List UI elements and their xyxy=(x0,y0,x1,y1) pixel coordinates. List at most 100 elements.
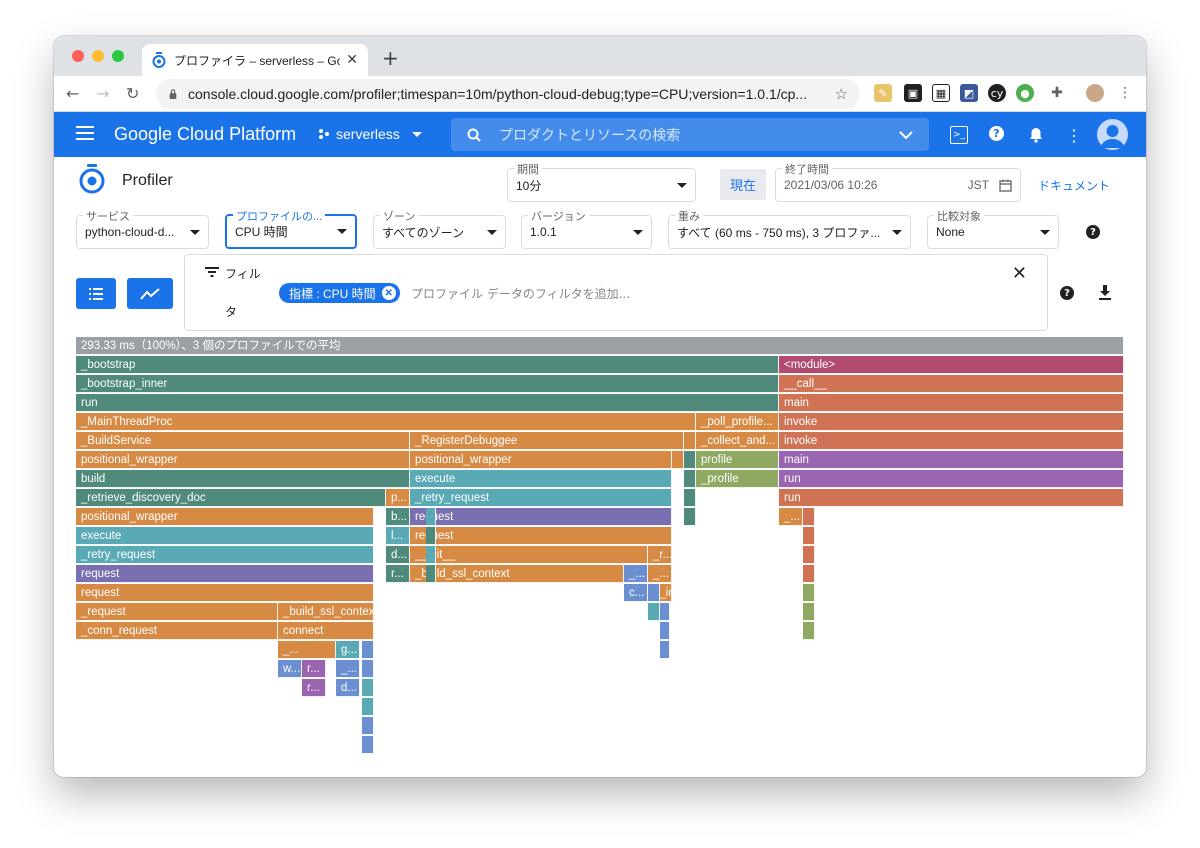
bookmark-star-icon[interactable]: ☆ xyxy=(835,85,848,103)
docs-link[interactable]: ドキュメント xyxy=(1038,177,1110,194)
flame-frame-narrow[interactable] xyxy=(803,527,815,545)
flame-frame[interactable]: c... xyxy=(624,584,648,602)
reload-icon[interactable]: ↻ xyxy=(126,84,139,103)
weight-select[interactable]: 重み すべて (60 ms - 750 ms), 3 プロファ... xyxy=(668,208,911,249)
maximize-window-button[interactable] xyxy=(112,50,124,62)
period-select[interactable]: 期間 10分 xyxy=(507,161,696,202)
flame-frame[interactable]: _request xyxy=(76,603,278,621)
flame-frame-narrow[interactable] xyxy=(803,622,815,640)
flame-frame-narrow[interactable] xyxy=(660,622,670,640)
flame-frame[interactable]: _r... xyxy=(648,546,672,564)
flame-frame-narrow[interactable] xyxy=(672,432,684,450)
flame-frame-narrow[interactable] xyxy=(803,565,815,583)
flame-frame[interactable]: r... xyxy=(386,565,410,583)
flame-frame[interactable]: request xyxy=(410,527,672,545)
flame-frame-narrow[interactable] xyxy=(362,717,374,735)
flame-frame-narrow[interactable] xyxy=(362,698,374,716)
flame-frame[interactable]: b... xyxy=(386,508,410,526)
search-expand-chevron-icon[interactable] xyxy=(899,130,913,140)
profile-type-select[interactable]: プロファイルの... CPU 時間 xyxy=(225,208,357,249)
flame-frame[interactable]: connect xyxy=(278,622,374,640)
help-icon[interactable]: ? xyxy=(989,126,1004,141)
flame-frame-narrow[interactable] xyxy=(660,641,670,659)
calendar-icon[interactable] xyxy=(999,179,1012,192)
flame-frame[interactable]: request xyxy=(76,565,374,583)
flame-frame-narrow[interactable] xyxy=(362,641,374,659)
cloud-shell-icon[interactable]: >_ xyxy=(950,126,968,144)
menu-icon[interactable] xyxy=(76,126,94,140)
flame-frame-narrow[interactable] xyxy=(648,603,660,621)
metric-filter-chip[interactable]: 指標 : CPU 時間 ✕ xyxy=(279,283,400,303)
flame-summary-bar[interactable]: 293.33 ms（100%）、3 個のプロファイルでの平均 xyxy=(76,337,1124,355)
flame-frame-narrow[interactable] xyxy=(426,527,436,545)
extensions-puzzle-icon[interactable]: ✚ xyxy=(1048,84,1066,102)
flame-frame-narrow[interactable] xyxy=(648,584,660,602)
flame-frame-narrow[interactable] xyxy=(684,508,696,526)
flame-frame-narrow[interactable] xyxy=(660,603,670,621)
flame-frame[interactable]: __call__ xyxy=(779,375,1124,393)
flame-frame-narrow[interactable] xyxy=(426,508,436,526)
now-button[interactable]: 現在 xyxy=(720,169,766,200)
flame-frame[interactable]: _bootstrap xyxy=(76,356,779,374)
address-bar[interactable]: console.cloud.google.com/profiler;timesp… xyxy=(156,79,860,109)
flame-frame[interactable]: _profile xyxy=(696,470,779,488)
flame-frame[interactable]: _MainThreadProc xyxy=(76,413,696,431)
flame-frame[interactable]: positional_wrapper xyxy=(76,508,374,526)
flame-frame[interactable]: _retrieve_discovery_doc xyxy=(76,489,386,507)
flame-frame[interactable]: _poll_profile... xyxy=(696,413,779,431)
flame-frame[interactable]: r... xyxy=(302,660,326,678)
back-icon[interactable]: ← xyxy=(66,84,79,103)
flame-frame[interactable]: _retry_request xyxy=(410,489,672,507)
browser-menu-icon[interactable]: ⋮ xyxy=(1116,84,1134,102)
flame-frame[interactable]: _RegisterDebuggee xyxy=(410,432,696,450)
tab-close-icon[interactable]: ✕ xyxy=(346,52,358,68)
filter-input[interactable]: プロファイル データのフィルタを追加... xyxy=(411,285,630,302)
profile-avatar-icon[interactable] xyxy=(1086,84,1104,102)
flame-frame[interactable]: run xyxy=(779,470,1124,488)
new-tab-button[interactable]: + xyxy=(382,46,399,70)
flame-frame[interactable]: l... xyxy=(386,527,410,545)
forward-icon[interactable]: → xyxy=(96,84,109,103)
flame-frame-narrow[interactable] xyxy=(803,508,815,526)
account-avatar[interactable] xyxy=(1097,119,1128,150)
search-bar[interactable]: プロダクトとリソースの検索 xyxy=(451,118,929,151)
extension-green-icon[interactable]: ● xyxy=(1016,84,1034,102)
zone-select[interactable]: ゾーン すべてのゾーン xyxy=(373,208,506,249)
flame-frame-narrow[interactable] xyxy=(672,451,684,469)
flame-frame[interactable]: r... xyxy=(302,679,326,697)
flame-frame[interactable]: request xyxy=(410,508,672,526)
flame-frame-narrow[interactable] xyxy=(684,470,696,488)
flame-frame[interactable]: main xyxy=(779,394,1124,412)
project-selector[interactable]: serverless xyxy=(318,126,422,142)
download-icon[interactable] xyxy=(1098,285,1112,301)
flame-frame-narrow[interactable] xyxy=(362,679,374,697)
flame-frame[interactable]: d... xyxy=(386,546,410,564)
extension-square-icon[interactable]: ▣ xyxy=(904,84,922,102)
flame-frame-narrow[interactable] xyxy=(426,546,436,564)
flame-frame[interactable]: _collect_and... xyxy=(696,432,779,450)
flame-frame[interactable]: main xyxy=(779,451,1124,469)
flame-frame[interactable]: _conn_request xyxy=(76,622,278,640)
flame-frame[interactable]: g... xyxy=(336,641,360,659)
flame-frame[interactable]: build xyxy=(76,470,410,488)
flame-frame[interactable]: execute xyxy=(410,470,672,488)
flame-frame[interactable]: _... xyxy=(779,508,803,526)
flame-frame[interactable]: run xyxy=(779,489,1124,507)
flame-frame[interactable]: _build_ssl_context xyxy=(410,565,624,583)
extension-grid-icon[interactable]: ▦ xyxy=(932,84,950,102)
flame-frame-narrow[interactable] xyxy=(362,660,374,678)
flame-frame[interactable]: d... xyxy=(336,679,360,697)
flame-frame[interactable]: invoke xyxy=(779,432,1124,450)
chip-remove-icon[interactable]: ✕ xyxy=(381,286,396,300)
extension-photo-icon[interactable]: ◩ xyxy=(960,84,978,102)
flame-frame[interactable]: _... xyxy=(336,660,360,678)
flame-frame[interactable]: _bootstrap_inner xyxy=(76,375,779,393)
list-view-button[interactable] xyxy=(76,278,116,309)
service-select[interactable]: サービス python-cloud-d... xyxy=(76,208,209,249)
more-vert-icon[interactable]: ⋮ xyxy=(1065,126,1083,145)
flame-frame[interactable]: request xyxy=(76,584,374,602)
flame-frame[interactable]: p... xyxy=(386,489,410,507)
close-window-button[interactable] xyxy=(72,50,84,62)
flame-frame[interactable]: positional_wrapper xyxy=(76,451,410,469)
filters-help-icon[interactable]: ? xyxy=(1086,225,1100,239)
